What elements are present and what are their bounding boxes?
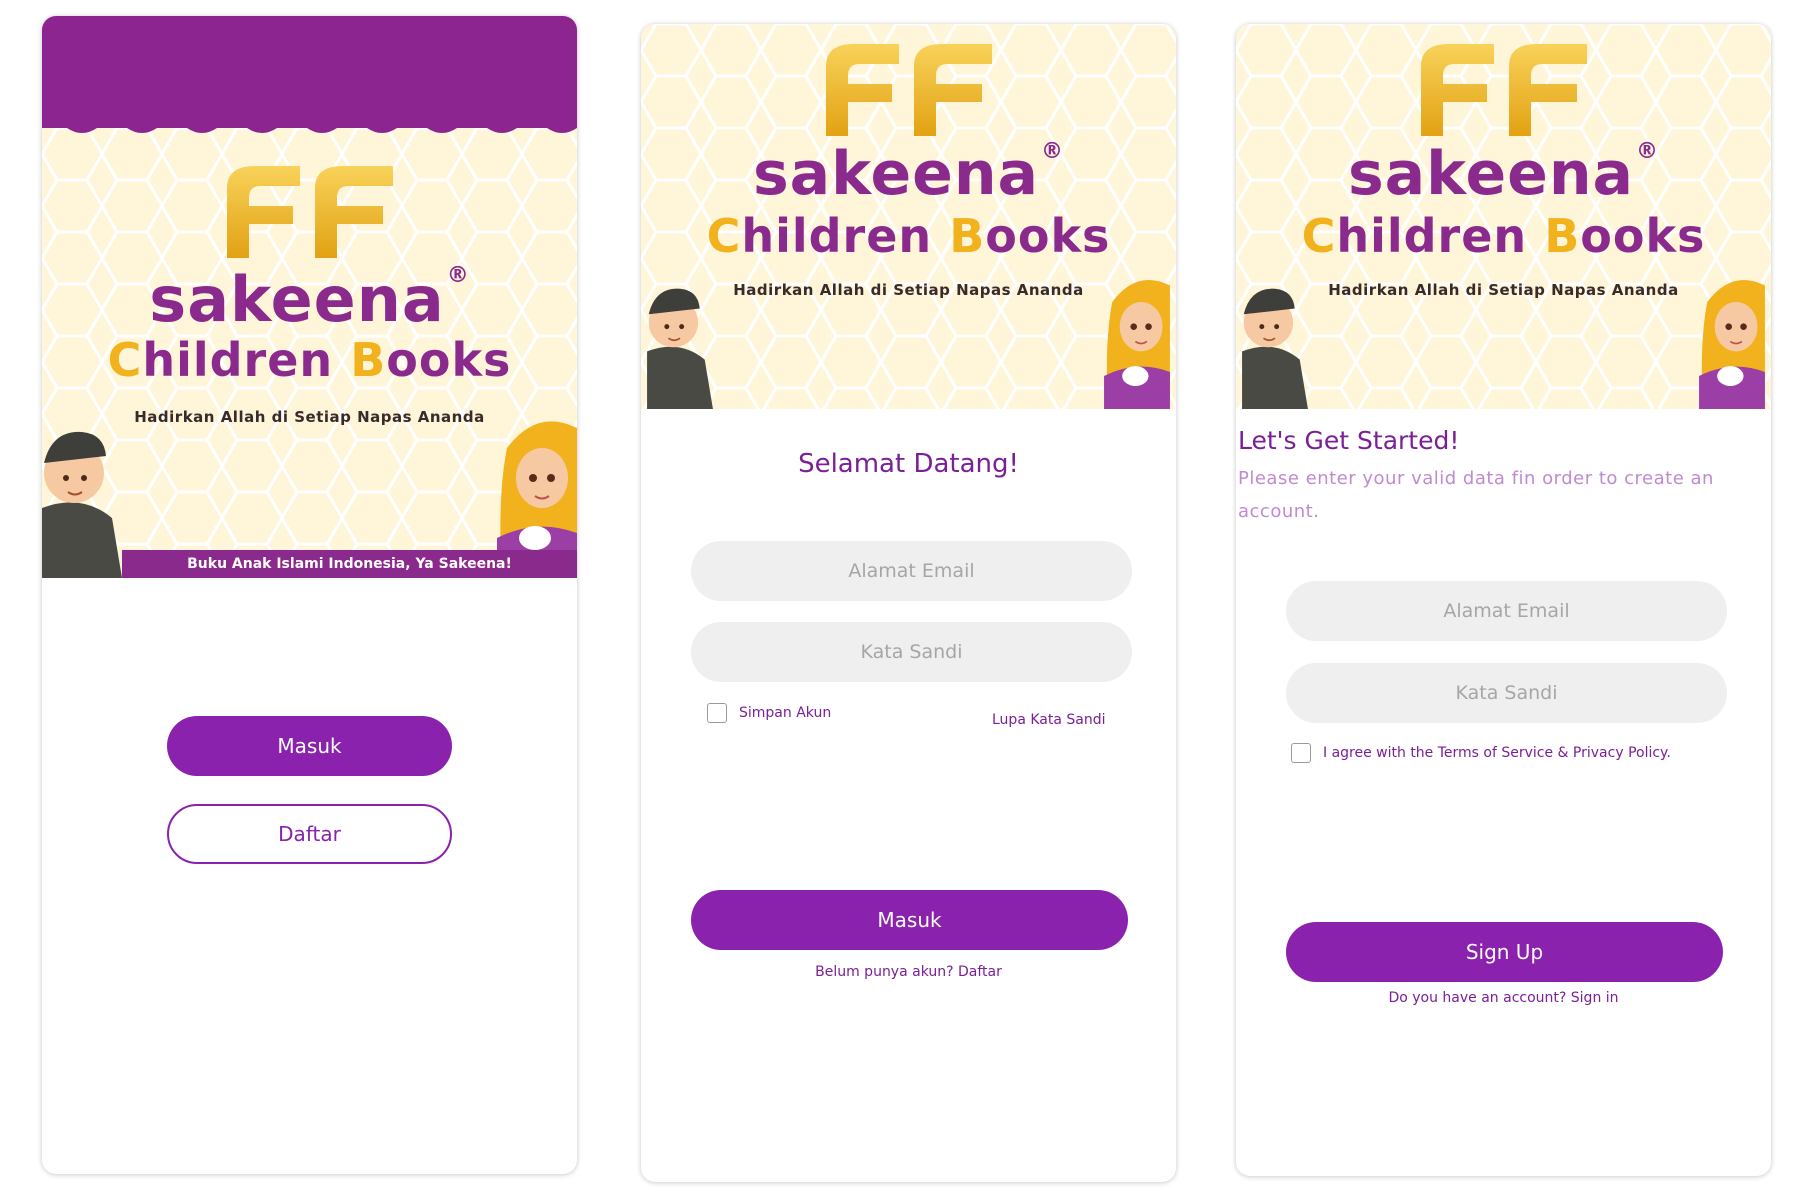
remember-checkbox[interactable]	[707, 703, 727, 723]
agree-checkbox[interactable]	[1291, 743, 1311, 763]
signup-screen: sakeena® Children Books Hadirkan Allah d…	[1236, 24, 1771, 1176]
register-button[interactable]: Daftar	[167, 804, 452, 864]
login-screen: sakeena® Children Books Hadirkan Allah d…	[641, 24, 1176, 1182]
brand-name: sakeena®	[149, 263, 470, 336]
brand-banner: sakeena® Children Books Hadirkan Allah d…	[42, 128, 577, 578]
tagline: Hadirkan Allah di Setiap Napas Ananda	[733, 281, 1084, 299]
book-logo-icon	[1420, 44, 1587, 136]
brand-banner: sakeena® Children Books Hadirkan Allah d…	[641, 24, 1176, 409]
wave-divider	[42, 116, 577, 133]
subtitle: Children Books	[706, 209, 1111, 263]
girl-character-icon	[1699, 279, 1765, 409]
brand-name: sakeena®	[1347, 139, 1660, 209]
girl-character-icon	[1104, 279, 1170, 409]
register-link[interactable]: Belum punya akun? Daftar	[641, 964, 1176, 980]
page-description: Please enter your valid data fin order t…	[1238, 468, 1714, 522]
book-logo-icon	[226, 166, 393, 258]
password-field[interactable]	[1286, 663, 1727, 723]
tagline: Hadirkan Allah di Setiap Napas Ananda	[1328, 281, 1679, 299]
book-logo-icon	[825, 44, 992, 136]
boy-character-icon	[647, 288, 713, 409]
forgot-password-link[interactable]: Lupa Kata Sandi	[992, 712, 1106, 728]
page-title: Let's Get Started!	[1238, 426, 1460, 455]
email-field[interactable]	[691, 541, 1132, 601]
subtitle: Children Books	[1301, 209, 1706, 263]
boy-character-icon	[1242, 288, 1308, 409]
login-submit-button[interactable]: Masuk	[691, 890, 1128, 950]
header-bar	[42, 16, 577, 128]
password-field[interactable]	[691, 622, 1132, 682]
brand-banner: sakeena® Children Books Hadirkan Allah d…	[1236, 24, 1771, 409]
login-button[interactable]: Masuk	[167, 716, 452, 776]
email-field[interactable]	[1286, 581, 1727, 641]
splash-screen: sakeena® Children Books Hadirkan Allah d…	[42, 16, 577, 1174]
page-title: Selamat Datang!	[798, 449, 1019, 479]
subtitle: Children Books	[107, 333, 512, 387]
boy-character-icon	[42, 431, 122, 578]
signup-submit-button[interactable]: Sign Up	[1286, 922, 1723, 982]
remember-label: Simpan Akun	[739, 705, 832, 721]
agree-terms-label[interactable]: I agree with the Terms of Service & Priv…	[1323, 745, 1671, 761]
signin-link[interactable]: Do you have an account? Sign in	[1236, 990, 1771, 1006]
brand-name: sakeena®	[752, 139, 1065, 209]
slogan-ribbon: Buku Anak Islami Indonesia, Ya Sakeena!	[122, 550, 577, 578]
